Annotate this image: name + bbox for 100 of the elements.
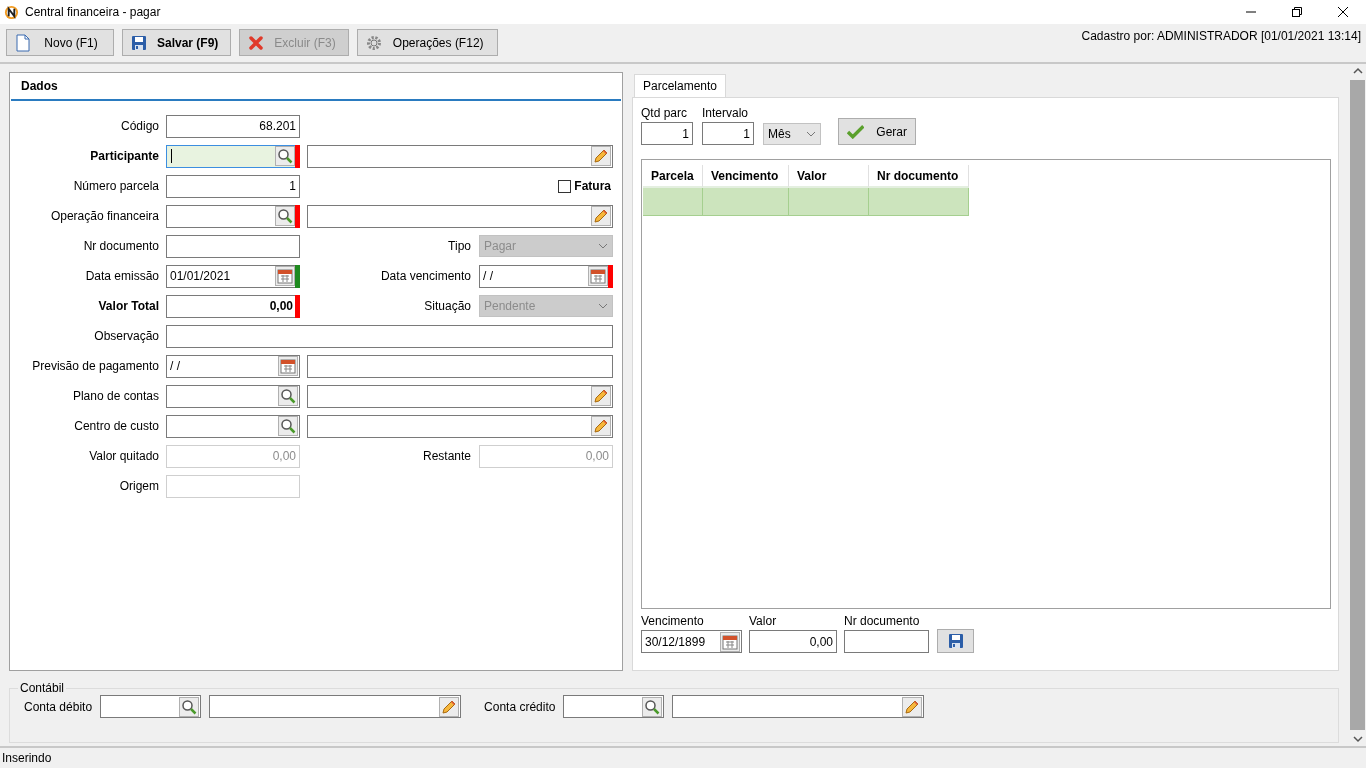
input-field[interactable]	[563, 695, 665, 718]
input-field[interactable]	[209, 695, 462, 718]
edit-button[interactable]	[591, 416, 611, 436]
toolbar-button[interactable]: Salvar (F9)	[122, 29, 232, 56]
calendar-icon	[280, 358, 296, 374]
input-field[interactable]	[672, 695, 925, 718]
input-field[interactable]	[166, 234, 300, 258]
input-field[interactable]	[307, 204, 613, 228]
date-field[interactable]: / /	[479, 264, 613, 288]
restore-icon	[1292, 7, 1302, 17]
input-field[interactable]	[307, 384, 613, 408]
input-field[interactable]	[166, 324, 613, 348]
search-button[interactable]	[275, 206, 295, 226]
field-label: Valor	[749, 614, 778, 628]
edit-button[interactable]	[591, 206, 611, 226]
field-label: Situação	[423, 299, 471, 313]
table-cell[interactable]	[789, 188, 869, 216]
edit-button[interactable]	[439, 696, 460, 717]
search-icon	[644, 698, 661, 715]
input-field[interactable]: 68.201	[166, 114, 300, 138]
fatura-checkbox[interactable]: Fatura	[558, 179, 611, 193]
panel-title: Dados	[11, 73, 621, 101]
table-cell[interactable]	[643, 188, 703, 216]
chevron-down-icon	[806, 131, 816, 137]
gerar-button[interactable]: Gerar	[838, 118, 916, 145]
edit-button[interactable]	[591, 146, 611, 166]
input-field[interactable]: 1	[166, 174, 300, 198]
search-button[interactable]	[642, 696, 663, 717]
field-label: Valor quitado	[88, 449, 159, 463]
search-button[interactable]	[275, 146, 295, 166]
pencil-icon	[441, 698, 458, 715]
field-label: Conta débito	[24, 699, 93, 714]
field-label: Intervalo	[702, 106, 750, 120]
search-button[interactable]	[278, 386, 298, 406]
calendar-icon	[590, 268, 606, 284]
input-field[interactable]	[307, 144, 613, 168]
input-field[interactable]: 0,00	[749, 630, 837, 653]
calendar-button[interactable]	[720, 631, 740, 652]
field-label: Número parcela	[72, 179, 159, 193]
field-label: Data emissão	[84, 269, 159, 283]
date-field[interactable]: 01/01/2021	[166, 264, 300, 288]
field-label: Nr documento	[82, 239, 159, 253]
calendar-icon	[277, 268, 293, 284]
search-icon	[280, 418, 296, 434]
date-field[interactable]: 30/12/1899	[641, 630, 742, 653]
checkbox-label: Fatura	[574, 179, 611, 193]
input-field[interactable]	[844, 630, 929, 653]
search-button[interactable]	[278, 416, 298, 436]
toolbar-button[interactable]: Novo (F1)	[6, 29, 114, 56]
field-label: Operação financeira	[49, 209, 159, 223]
input-field[interactable]	[307, 414, 613, 438]
field-label: Data vencimento	[379, 269, 471, 283]
calendar-button[interactable]	[588, 266, 608, 286]
input-field[interactable]	[100, 695, 202, 718]
pencil-icon	[593, 208, 609, 224]
field-label: Nr documento	[844, 614, 921, 628]
input-field[interactable]	[307, 354, 613, 378]
input-field[interactable]: 1	[641, 122, 693, 145]
calendar-button[interactable]	[275, 266, 295, 286]
field-label: Conta crédito	[484, 699, 556, 714]
input-field[interactable]: 0,00	[166, 294, 300, 318]
save-button[interactable]	[937, 629, 974, 653]
tab[interactable]: Parcelamento	[634, 74, 727, 97]
status-text: Inserindo	[0, 746, 1366, 768]
window-title: Central financeira - pagar	[25, 5, 162, 19]
field-label: Observação	[93, 329, 159, 343]
pencil-icon	[593, 148, 609, 164]
table-cell[interactable]	[869, 188, 969, 216]
calendar-button[interactable]	[278, 356, 298, 376]
pencil-icon	[904, 698, 921, 715]
field-label: Código	[119, 119, 159, 133]
app-logo-icon	[4, 4, 19, 20]
input-field[interactable]	[166, 384, 300, 408]
field-label: Origem	[118, 479, 159, 493]
chevron-down-icon	[598, 243, 608, 249]
close-icon	[248, 34, 265, 51]
search-icon	[280, 388, 296, 404]
input-field[interactable]	[166, 144, 300, 168]
table-cell[interactable]	[703, 188, 789, 216]
edit-button[interactable]	[591, 386, 611, 406]
field-label: Participante	[89, 149, 159, 163]
field-label: Tipo	[447, 239, 471, 253]
chevron-down-icon	[598, 303, 608, 309]
document-icon	[15, 33, 31, 52]
group-title: Contábil	[19, 681, 66, 695]
calendar-icon	[722, 633, 738, 650]
search-button[interactable]	[179, 696, 200, 717]
input-field[interactable]	[166, 414, 300, 438]
close-icon	[1338, 7, 1348, 17]
input-field[interactable]	[166, 204, 300, 228]
pencil-icon	[593, 418, 609, 434]
edit-button[interactable]	[902, 696, 923, 717]
field-label: Valor Total	[97, 299, 159, 313]
dropdown[interactable]: Mês	[763, 123, 821, 145]
field-label: Vencimento	[641, 614, 705, 628]
toolbar-button[interactable]: Operações (F12)	[356, 29, 498, 56]
checkbox[interactable]	[558, 179, 572, 193]
field-label: Plano de contas	[71, 389, 159, 403]
date-field[interactable]: / /	[166, 354, 300, 378]
input-field[interactable]: 1	[702, 122, 754, 145]
